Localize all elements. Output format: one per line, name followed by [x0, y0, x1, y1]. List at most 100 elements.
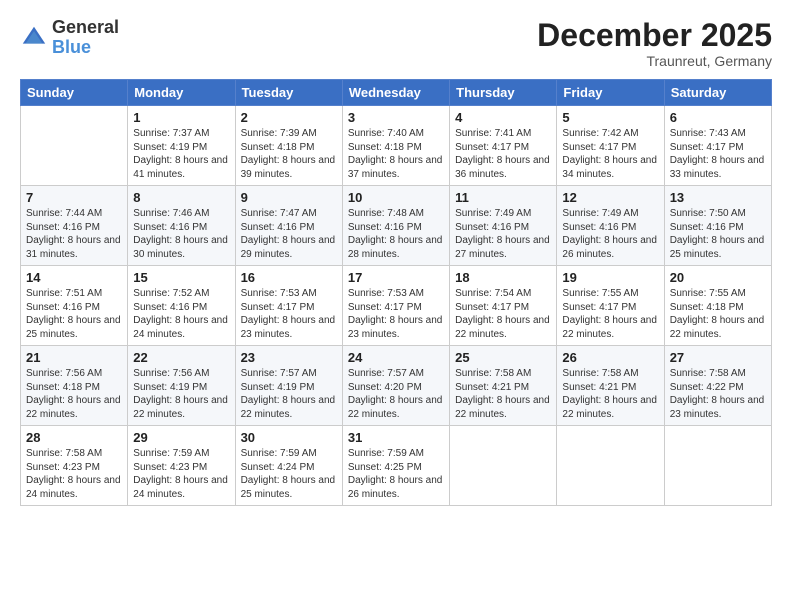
day-number: 20	[670, 270, 766, 285]
cell-sun-info: Sunrise: 7:49 AM Sunset: 4:16 PM Dayligh…	[455, 207, 551, 261]
calendar-cell-2-3: 17 Sunrise: 7:53 AM Sunset: 4:17 PM Dayli…	[342, 266, 449, 346]
month-title: December 2025	[537, 18, 772, 53]
day-number: 6	[670, 110, 766, 125]
day-number: 16	[241, 270, 337, 285]
calendar-cell-3-3: 24 Sunrise: 7:57 AM Sunset: 4:20 PM Dayli…	[342, 346, 449, 426]
location: Traunreut, Germany	[537, 53, 772, 69]
cell-sun-info: Sunrise: 7:56 AM Sunset: 4:19 PM Dayligh…	[133, 367, 229, 421]
col-friday: Friday	[557, 80, 664, 106]
calendar-cell-0-5: 5 Sunrise: 7:42 AM Sunset: 4:17 PM Daylig…	[557, 106, 664, 186]
calendar-cell-1-6: 13 Sunrise: 7:50 AM Sunset: 4:16 PM Dayli…	[664, 186, 771, 266]
cell-sun-info: Sunrise: 7:42 AM Sunset: 4:17 PM Dayligh…	[562, 127, 658, 181]
calendar-cell-2-0: 14Sunrise: 7:51 AM Sunset: 4:16 PM Dayli…	[21, 266, 128, 346]
cell-sun-info: Sunrise: 7:59 AM Sunset: 4:24 PM Dayligh…	[241, 447, 337, 501]
day-number: 31	[348, 430, 444, 445]
cell-sun-info: Sunrise: 7:52 AM Sunset: 4:16 PM Dayligh…	[133, 287, 229, 341]
cell-sun-info: Sunrise: 7:49 AM Sunset: 4:16 PM Dayligh…	[562, 207, 658, 261]
day-number: 28	[26, 430, 122, 445]
calendar-cell-4-1: 29 Sunrise: 7:59 AM Sunset: 4:23 PM Dayli…	[128, 426, 235, 506]
calendar-row-1: 7Sunrise: 7:44 AM Sunset: 4:16 PM Daylig…	[21, 186, 772, 266]
calendar-cell-0-6: 6Sunrise: 7:43 AM Sunset: 4:17 PM Daylig…	[664, 106, 771, 186]
calendar-cell-2-4: 18Sunrise: 7:54 AM Sunset: 4:17 PM Dayli…	[450, 266, 557, 346]
day-number: 4	[455, 110, 551, 125]
day-number: 27	[670, 350, 766, 365]
cell-sun-info: Sunrise: 7:53 AM Sunset: 4:17 PM Dayligh…	[241, 287, 337, 341]
col-thursday: Thursday	[450, 80, 557, 106]
calendar-cell-1-4: 11 Sunrise: 7:49 AM Sunset: 4:16 PM Dayli…	[450, 186, 557, 266]
cell-sun-info: Sunrise: 7:50 AM Sunset: 4:16 PM Dayligh…	[670, 207, 766, 261]
calendar-cell-0-4: 4 Sunrise: 7:41 AM Sunset: 4:17 PM Daylig…	[450, 106, 557, 186]
logo-icon	[20, 24, 48, 52]
day-number: 19	[562, 270, 658, 285]
col-tuesday: Tuesday	[235, 80, 342, 106]
cell-sun-info: Sunrise: 7:46 AM Sunset: 4:16 PM Dayligh…	[133, 207, 229, 261]
calendar-cell-4-2: 30 Sunrise: 7:59 AM Sunset: 4:24 PM Dayli…	[235, 426, 342, 506]
day-number: 21	[26, 350, 122, 365]
header: General Blue December 2025 Traunreut, Ge…	[20, 18, 772, 69]
calendar-cell-1-3: 10 Sunrise: 7:48 AM Sunset: 4:16 PM Dayli…	[342, 186, 449, 266]
calendar-cell-3-4: 25 Sunrise: 7:58 AM Sunset: 4:21 PM Dayli…	[450, 346, 557, 426]
calendar-cell-2-2: 16 Sunrise: 7:53 AM Sunset: 4:17 PM Dayli…	[235, 266, 342, 346]
day-number: 13	[670, 190, 766, 205]
cell-sun-info: Sunrise: 7:41 AM Sunset: 4:17 PM Dayligh…	[455, 127, 551, 181]
cell-sun-info: Sunrise: 7:59 AM Sunset: 4:23 PM Dayligh…	[133, 447, 229, 501]
cell-sun-info: Sunrise: 7:55 AM Sunset: 4:17 PM Dayligh…	[562, 287, 658, 341]
page: General Blue December 2025 Traunreut, Ge…	[0, 0, 792, 612]
day-number: 1	[133, 110, 229, 125]
day-number: 9	[241, 190, 337, 205]
day-number: 26	[562, 350, 658, 365]
cell-sun-info: Sunrise: 7:37 AM Sunset: 4:19 PM Dayligh…	[133, 127, 229, 181]
calendar-cell-2-6: 20Sunrise: 7:55 AM Sunset: 4:18 PM Dayli…	[664, 266, 771, 346]
cell-sun-info: Sunrise: 7:58 AM Sunset: 4:23 PM Dayligh…	[26, 447, 122, 501]
calendar-cell-1-1: 8 Sunrise: 7:46 AM Sunset: 4:16 PM Daylig…	[128, 186, 235, 266]
cell-sun-info: Sunrise: 7:44 AM Sunset: 4:16 PM Dayligh…	[26, 207, 122, 261]
day-number: 15	[133, 270, 229, 285]
calendar-cell-4-3: 31 Sunrise: 7:59 AM Sunset: 4:25 PM Dayli…	[342, 426, 449, 506]
col-saturday: Saturday	[664, 80, 771, 106]
cell-sun-info: Sunrise: 7:57 AM Sunset: 4:20 PM Dayligh…	[348, 367, 444, 421]
day-number: 2	[241, 110, 337, 125]
calendar-cell-3-6: 27Sunrise: 7:58 AM Sunset: 4:22 PM Dayli…	[664, 346, 771, 426]
day-number: 17	[348, 270, 444, 285]
day-number: 5	[562, 110, 658, 125]
calendar-cell-2-1: 15 Sunrise: 7:52 AM Sunset: 4:16 PM Dayli…	[128, 266, 235, 346]
calendar-cell-4-6	[664, 426, 771, 506]
day-number: 22	[133, 350, 229, 365]
cell-sun-info: Sunrise: 7:39 AM Sunset: 4:18 PM Dayligh…	[241, 127, 337, 181]
col-monday: Monday	[128, 80, 235, 106]
calendar-cell-0-3: 3Sunrise: 7:40 AM Sunset: 4:18 PM Daylig…	[342, 106, 449, 186]
calendar-header-row: Sunday Monday Tuesday Wednesday Thursday…	[21, 80, 772, 106]
calendar-cell-1-2: 9Sunrise: 7:47 AM Sunset: 4:16 PM Daylig…	[235, 186, 342, 266]
calendar-cell-0-2: 2 Sunrise: 7:39 AM Sunset: 4:18 PM Daylig…	[235, 106, 342, 186]
day-number: 10	[348, 190, 444, 205]
calendar-row-4: 28 Sunrise: 7:58 AM Sunset: 4:23 PM Dayli…	[21, 426, 772, 506]
day-number: 3	[348, 110, 444, 125]
calendar-cell-3-2: 23Sunrise: 7:57 AM Sunset: 4:19 PM Dayli…	[235, 346, 342, 426]
logo: General Blue	[20, 18, 119, 58]
calendar-row-0: 1 Sunrise: 7:37 AM Sunset: 4:19 PM Daylig…	[21, 106, 772, 186]
cell-sun-info: Sunrise: 7:51 AM Sunset: 4:16 PM Dayligh…	[26, 287, 122, 341]
cell-sun-info: Sunrise: 7:53 AM Sunset: 4:17 PM Dayligh…	[348, 287, 444, 341]
day-number: 29	[133, 430, 229, 445]
day-number: 30	[241, 430, 337, 445]
cell-sun-info: Sunrise: 7:58 AM Sunset: 4:21 PM Dayligh…	[455, 367, 551, 421]
calendar-cell-1-5: 12Sunrise: 7:49 AM Sunset: 4:16 PM Dayli…	[557, 186, 664, 266]
day-number: 25	[455, 350, 551, 365]
day-number: 24	[348, 350, 444, 365]
cell-sun-info: Sunrise: 7:48 AM Sunset: 4:16 PM Dayligh…	[348, 207, 444, 261]
cell-sun-info: Sunrise: 7:59 AM Sunset: 4:25 PM Dayligh…	[348, 447, 444, 501]
cell-sun-info: Sunrise: 7:58 AM Sunset: 4:21 PM Dayligh…	[562, 367, 658, 421]
col-wednesday: Wednesday	[342, 80, 449, 106]
calendar-row-2: 14Sunrise: 7:51 AM Sunset: 4:16 PM Dayli…	[21, 266, 772, 346]
day-number: 18	[455, 270, 551, 285]
calendar-cell-0-0	[21, 106, 128, 186]
calendar-cell-4-5	[557, 426, 664, 506]
logo-text: General Blue	[52, 18, 119, 58]
calendar-cell-4-4	[450, 426, 557, 506]
day-number: 11	[455, 190, 551, 205]
calendar-cell-0-1: 1 Sunrise: 7:37 AM Sunset: 4:19 PM Daylig…	[128, 106, 235, 186]
calendar-cell-3-0: 21Sunrise: 7:56 AM Sunset: 4:18 PM Dayli…	[21, 346, 128, 426]
day-number: 8	[133, 190, 229, 205]
calendar-table: Sunday Monday Tuesday Wednesday Thursday…	[20, 79, 772, 506]
calendar-row-3: 21Sunrise: 7:56 AM Sunset: 4:18 PM Dayli…	[21, 346, 772, 426]
